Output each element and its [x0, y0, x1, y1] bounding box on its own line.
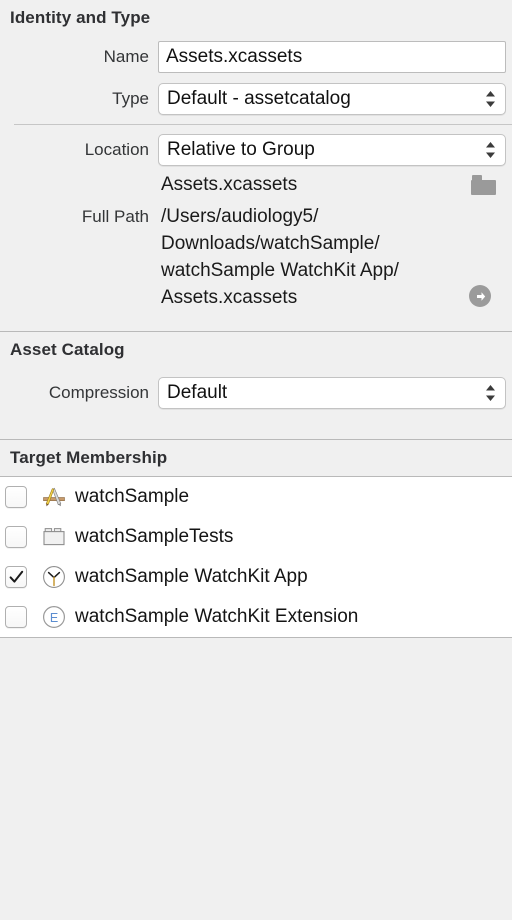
target-checkbox-watchsample[interactable] [5, 486, 27, 508]
full-path-value: /Users/audiology5/ Downloads/watchSample… [161, 206, 399, 308]
chevron-updown-icon [483, 89, 497, 109]
chevron-updown-icon [483, 140, 497, 160]
target-label: watchSample WatchKit Extension [75, 606, 359, 627]
name-input[interactable] [158, 41, 506, 73]
relative-path-row: Assets.xcassets [0, 174, 512, 196]
location-label: Location [84, 140, 149, 159]
target-membership-row[interactable]: E watchSample WatchKit Extension [0, 597, 512, 637]
empty-area [0, 638, 512, 920]
svg-text:E: E [50, 611, 58, 625]
checkmark-icon [9, 570, 23, 583]
target-membership-row[interactable]: watchSample [0, 477, 512, 517]
section-header-target-membership: Target Membership [10, 448, 168, 467]
compression-label: Compression [48, 383, 149, 402]
compression-row: Compression Default [0, 377, 512, 409]
target-label: watchSample WatchKit App [75, 566, 308, 587]
type-row: Type Default - assetcatalog [0, 83, 512, 115]
full-path-row: Full Path /Users/audiology5/ Downloads/w… [0, 203, 512, 311]
file-inspector-panel: Identity and Type Name Type Default - as… [0, 0, 512, 920]
compression-popup-value: Default [167, 382, 228, 403]
type-label: Type [112, 89, 149, 108]
target-checkbox-watchsampletests[interactable] [5, 526, 27, 548]
location-popup-button[interactable]: Relative to Group [158, 134, 506, 166]
target-label: watchSample [75, 486, 190, 507]
target-checkbox-watchkit-extension[interactable] [5, 606, 27, 628]
target-membership-row[interactable]: watchSampleTests [0, 517, 512, 557]
arrow-right-circle-icon[interactable] [469, 285, 491, 307]
folder-icon[interactable] [471, 175, 496, 195]
target-membership-list: watchSample watchSampleTests watchSample… [0, 476, 512, 638]
chevron-updown-icon [483, 383, 497, 403]
full-path-label: Full Path [81, 207, 149, 226]
extension-e-icon: E [40, 603, 68, 631]
location-popup-value: Relative to Group [167, 139, 315, 160]
target-label: watchSampleTests [75, 526, 234, 547]
name-row: Name [0, 41, 512, 73]
xcode-app-icon [40, 483, 68, 511]
test-bundle-icon [40, 523, 68, 551]
compression-popup-button[interactable]: Default [158, 377, 506, 409]
section-header-asset-catalog: Asset Catalog [10, 340, 125, 359]
reveal-in-finder-button-wrap [460, 203, 500, 311]
watch-app-icon [40, 563, 68, 591]
relative-path-value: Assets.xcassets [161, 174, 298, 195]
target-checkbox-watchkit-app[interactable] [5, 566, 27, 588]
section-header-identity-and-type: Identity and Type [10, 8, 151, 27]
location-row: Location Relative to Group [0, 134, 512, 166]
type-popup-value: Default - assetcatalog [167, 88, 351, 109]
target-membership-row[interactable]: watchSample WatchKit App [0, 557, 512, 597]
name-label: Name [103, 47, 149, 66]
type-popup-button[interactable]: Default - assetcatalog [158, 83, 506, 115]
